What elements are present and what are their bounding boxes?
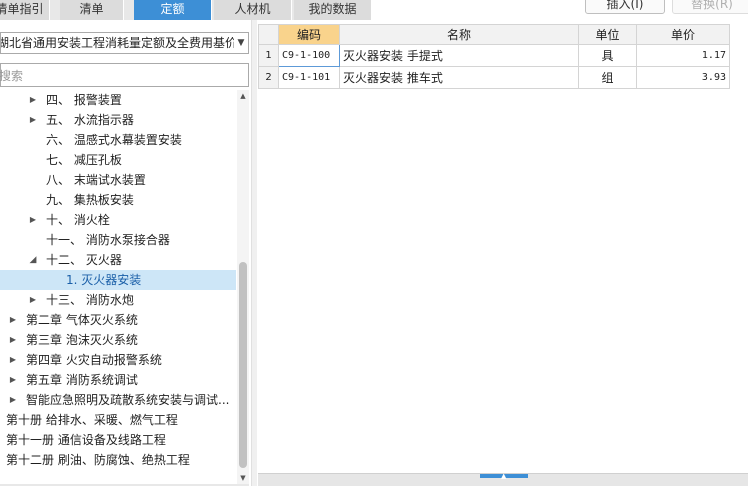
code-cell[interactable]: C9-1-101 [278, 66, 340, 89]
scroll-up-icon[interactable]: ▲ [237, 90, 249, 102]
chevron-down-icon: ▼ [234, 33, 248, 53]
collapsed-arrow-icon[interactable]: ▶ [28, 110, 38, 130]
scrollbar-thumb[interactable] [239, 262, 247, 468]
tree-item[interactable]: 1. 灭火器安装 [0, 270, 236, 290]
tree-item[interactable]: ▶ 第五章 消防系统调试 [0, 370, 236, 390]
price-cell[interactable]: 1.17 [636, 44, 730, 67]
chapter-tree: ▶ 四、 报警装置 ▶ 五、 水流指示器六、 温感式水幕装置安装 七、 减压孔板八、 末… [0, 90, 236, 480]
tab-bar: 清单指引 清单 定额 人材机 我的数据 [0, 0, 372, 20]
table-header-row: 编码 名称 单位 单价 [258, 24, 730, 45]
header-price[interactable]: 单价 [636, 24, 730, 45]
tree-item[interactable]: 七、 减压孔板 [0, 150, 236, 170]
tree-item[interactable]: ▶ 十、 消火栓 [0, 210, 236, 230]
tree-item-label: 第十册 给排水、采暖、燃气工程 [6, 413, 178, 427]
tab-quota[interactable]: 定额 [134, 0, 212, 20]
tree-item[interactable]: ◢ 十二、 灭火器 [0, 250, 236, 270]
tree-item[interactable]: 八、 末端试水装置 [0, 170, 236, 190]
tree-item-label: 四、 报警装置 [46, 93, 122, 107]
unit-cell[interactable]: 具 [578, 44, 637, 67]
tree-item-label: 第二章 气体灭火系统 [26, 313, 138, 327]
tree-item[interactable]: 六、 温感式水幕装置安装 [0, 130, 236, 150]
quota-library-select[interactable]: 湖北省通用安装工程消耗量定额及全费用基价表 ▼ [0, 32, 249, 54]
price-cell[interactable]: 3.93 [636, 66, 730, 89]
header-row-number [258, 24, 279, 45]
tree-item[interactable]: ▶ 四、 报警装置 [0, 90, 236, 110]
tree-vertical-scrollbar[interactable]: ▲ ▼ [237, 90, 249, 484]
row-number: 1 [258, 44, 279, 67]
tree-item[interactable]: ▶ 十三、 消防水炮 [0, 290, 236, 310]
panel-splitter[interactable] [251, 20, 257, 486]
table-row[interactable]: 1 C9-1-100 灭火器安装 手提式 具 1.17 [258, 44, 730, 67]
tree-item[interactable]: 第十册 给排水、采暖、燃气工程 [0, 410, 236, 430]
tab-labor-material-machine[interactable]: 人材机 [214, 0, 292, 20]
tree-item-label: 十、 消火栓 [46, 213, 110, 227]
tab-bill-guide[interactable]: 清单指引 [0, 0, 50, 20]
table-row[interactable]: 2 C9-1-101 灭火器安装 推车式 组 3.93 [258, 66, 730, 89]
quota-library-select-value: 湖北省通用安装工程消耗量定额及全费用基价表 [0, 36, 249, 50]
collapsed-arrow-icon[interactable]: ▶ [8, 390, 18, 410]
row-number: 2 [258, 66, 279, 89]
left-panel: 湖北省通用安装工程消耗量定额及全费用基价表 ▼ 搜索 ▶ 四、 报警装置 ▶ 五、 水… [0, 20, 256, 486]
tree-item[interactable]: ▶ 第二章 气体灭火系统 [0, 310, 236, 330]
collapsed-arrow-icon[interactable]: ▶ [28, 210, 38, 230]
header-name[interactable]: 名称 [339, 24, 579, 45]
scroll-down-icon[interactable]: ▼ [237, 472, 249, 484]
collapsed-arrow-icon[interactable]: ▶ [8, 370, 18, 390]
tree-item[interactable]: ▶ 第三章 泡沫灭火系统 [0, 330, 236, 350]
collapsed-arrow-icon[interactable]: ▶ [8, 310, 18, 330]
expanded-arrow-icon[interactable]: ◢ [28, 250, 38, 270]
tree-item[interactable]: ▶ 五、 水流指示器 [0, 110, 236, 130]
tree-item[interactable]: 九、 集热板安装 [0, 190, 236, 210]
tree-item-label: 十二、 灭火器 [46, 253, 122, 267]
search-placeholder: 搜索 [0, 69, 24, 83]
tree-item[interactable]: 第十一册 通信设备及线路工程 [0, 430, 236, 450]
tree-item-label: 智能应急照明及疏散系统安装与调试... [26, 393, 230, 407]
tree-item-label: 九、 集热板安装 [46, 193, 134, 207]
replace-button[interactable]: 替换(R) [672, 0, 748, 14]
tree-item-label: 第五章 消防系统调试 [26, 373, 138, 387]
tab-bill[interactable]: 清单 [60, 0, 124, 20]
tree-item-label: 十一、 消防水泵接合器 [46, 233, 170, 247]
bottom-splitter-bar[interactable]: ▲ [258, 472, 748, 486]
header-code[interactable]: 编码 [278, 24, 340, 45]
name-cell[interactable]: 灭火器安装 推车式 [339, 66, 579, 89]
tree-item-label: 1. 灭火器安装 [66, 273, 142, 287]
tree-item-label: 七、 减压孔板 [46, 153, 122, 167]
tree-item[interactable]: ▶ 智能应急照明及疏散系统安装与调试... [0, 390, 236, 410]
tree-item-label: 第三章 泡沫灭火系统 [26, 333, 138, 347]
collapsed-arrow-icon[interactable]: ▶ [8, 350, 18, 370]
tree-item-label: 第十二册 刷油、防腐蚀、绝热工程 [6, 453, 190, 467]
chevron-up-icon: ▲ [501, 472, 507, 480]
search-input[interactable]: 搜索 [0, 63, 249, 87]
tree-item-label: 六、 温感式水幕装置安装 [46, 133, 182, 147]
tree-item-label: 五、 水流指示器 [46, 113, 134, 127]
collapsed-arrow-icon[interactable]: ▶ [28, 90, 38, 110]
tree-item-label: 八、 末端试水装置 [46, 173, 146, 187]
collapsed-arrow-icon[interactable]: ▶ [8, 330, 18, 350]
tree-item-label: 第十一册 通信设备及线路工程 [6, 433, 166, 447]
tree-item[interactable]: ▶ 第四章 火灾自动报警系统 [0, 350, 236, 370]
tree-item-label: 十三、 消防水炮 [46, 293, 134, 307]
unit-cell[interactable]: 组 [578, 66, 637, 89]
tab-my-data[interactable]: 我的数据 [294, 0, 372, 20]
tree-item[interactable]: 十一、 消防水泵接合器 [0, 230, 236, 250]
header-unit[interactable]: 单位 [578, 24, 637, 45]
tree-item[interactable]: 第十二册 刷油、防腐蚀、绝热工程 [0, 450, 236, 470]
quota-table: 编码 名称 单位 单价 1 C9-1-100 灭火器安装 手提式 具 1.17 … [258, 24, 730, 89]
insert-button[interactable]: 插入(I) [585, 0, 665, 14]
tree-item-label: 第四章 火灾自动报警系统 [26, 353, 162, 367]
code-cell[interactable]: C9-1-100 [278, 44, 340, 67]
quota-table-panel: 编码 名称 单位 单价 1 C9-1-100 灭火器安装 手提式 具 1.17 … [258, 20, 748, 486]
collapsed-arrow-icon[interactable]: ▶ [28, 290, 38, 310]
quota-library-window: 清单指引 清单 定额 人材机 我的数据 插入(I) 替换(R) 湖北省通用安装工… [0, 0, 748, 486]
name-cell[interactable]: 灭火器安装 手提式 [339, 44, 579, 67]
